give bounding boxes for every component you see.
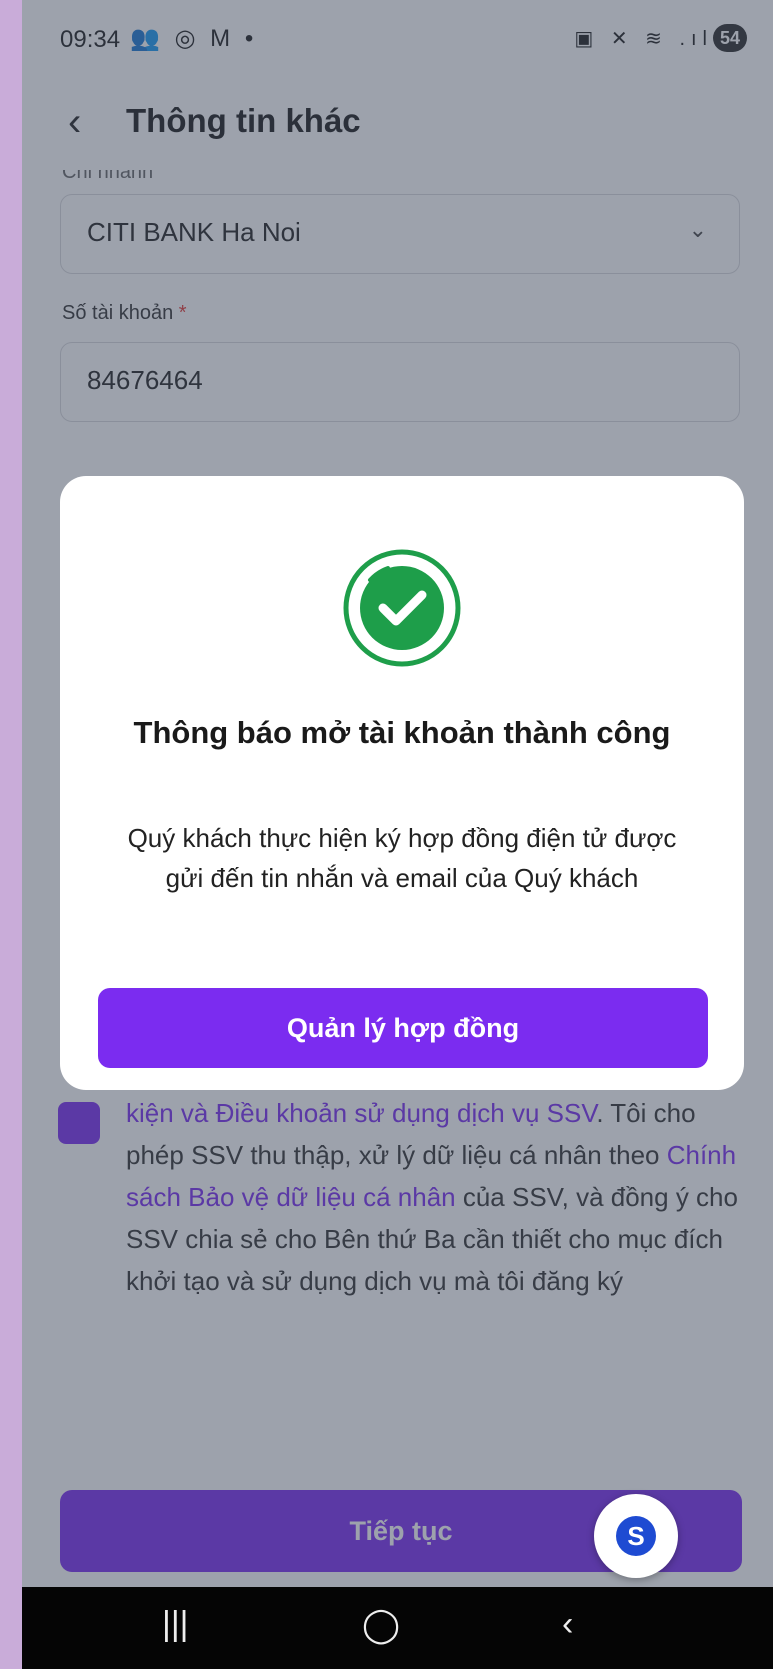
recents-icon[interactable]: ||| <box>162 1605 189 1644</box>
ssv-logo-icon: S <box>616 1516 656 1556</box>
dialog-title: Thông báo mở tài khoản thành công <box>133 715 671 750</box>
back-nav-icon[interactable]: ‹ <box>562 1605 573 1644</box>
success-dialog: Thông báo mở tài khoản thành công Quý kh… <box>60 476 744 1090</box>
home-icon[interactable]: ◯ <box>362 1605 400 1645</box>
support-fab[interactable]: S <box>594 1494 678 1578</box>
dialog-message: Quý khách thực hiện ký hợp đồng điện tử … <box>127 823 677 893</box>
system-nav-bar: ||| ◯ ‹ <box>22 1587 773 1669</box>
manage-contract-button[interactable]: Quản lý hợp đồng <box>98 988 708 1068</box>
check-circle-icon <box>343 549 461 667</box>
phone-screen: 09:34 👥 ◎ M • ▣ ✕ ≋ .ıl 54 ‹ Thông tin k… <box>22 0 773 1669</box>
